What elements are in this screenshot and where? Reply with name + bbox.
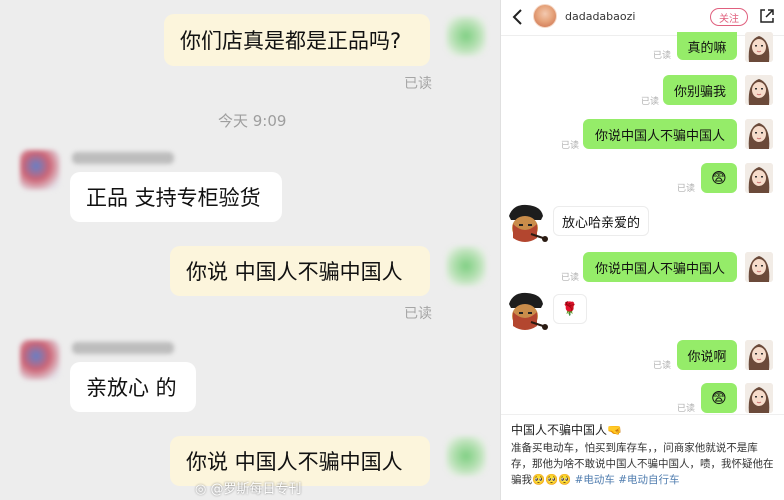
chat-bubble-sent: 你说中国人不骗中国人 (583, 119, 737, 149)
sender-name (72, 342, 174, 354)
sender-name (72, 152, 174, 164)
avatar (745, 383, 773, 413)
chat-bubble-received: 亲放心 的 (70, 362, 196, 412)
message-text: 你说中国人不骗中国人 (594, 261, 725, 277)
read-status: 已读 (677, 184, 696, 194)
read-status: 已读 (561, 141, 580, 151)
message-text: 你说啊 (687, 349, 727, 365)
avatar (745, 252, 773, 282)
avatar (446, 436, 486, 476)
chat-bubble-received: 正品 支持专柜验货 (70, 172, 282, 222)
avatar[interactable] (533, 4, 557, 28)
follow-button[interactable]: 关注 (710, 8, 748, 26)
chat-bubble-sent: 你别骗我 (663, 75, 737, 105)
message-text: 真的嘛 (687, 40, 727, 56)
chat-bubble-sent: 你说啊 (677, 340, 737, 370)
message-text: 放心哈亲爱的 (562, 215, 641, 231)
message-text: 你说 中国人不骗中国人 (186, 450, 403, 474)
post-title: 中国人不骗中国人🤜 (511, 423, 622, 437)
share-icon[interactable] (759, 8, 775, 24)
message-timestamp: 今天 9:09 (218, 112, 287, 130)
message-text: 正品 支持专柜验货 (86, 186, 261, 210)
van-gogh-avatar (503, 202, 553, 248)
avatar (745, 163, 773, 193)
emoji-icon: 😨 (711, 169, 727, 187)
chat-bubble-received: 放心哈亲爱的 (553, 206, 649, 236)
read-status: 已读 (653, 361, 672, 371)
chat-bubble-sent: 你说 中国人不骗中国人 (170, 246, 430, 296)
back-arrow-icon[interactable] (509, 6, 527, 28)
chat-bubble-sent: 😨 (701, 163, 737, 193)
chat-bubble-sent: 你说中国人不骗中国人 (583, 252, 737, 282)
avatar (745, 119, 773, 149)
message-text: 亲放心 的 (86, 376, 177, 400)
read-status: 已读 (404, 76, 432, 92)
read-status: 已读 (404, 306, 432, 322)
message-text: 你们店真是都是正品吗? (180, 29, 402, 53)
avatar (745, 32, 773, 62)
right-chat-panel: dadadabaozi 关注 已读 真的嘛 已读 你别骗我 已读 你说中国人不骗… (500, 0, 784, 500)
watermark: ◎ @罗斯每日专刊 (195, 478, 302, 497)
chat-bubble-sent: 真的嘛 (677, 32, 737, 60)
read-status: 已读 (653, 51, 672, 61)
avatar (20, 340, 60, 380)
chat-bubble-received: 🌹 (553, 294, 587, 324)
message-text: 你说 中国人不骗中国人 (186, 260, 403, 284)
read-status: 已读 (641, 97, 660, 107)
watermark-text: @罗斯每日专刊 (210, 482, 302, 497)
avatar (446, 246, 486, 286)
message-text: 你别骗我 (673, 84, 726, 100)
emoji-icon: 😨 (711, 389, 727, 407)
top-bar: dadadabaozi 关注 (501, 0, 784, 36)
post-caption: 中国人不骗中国人🤜 准备买电动车，怕买到库存车，，问商家他就说不是库存，那他为啥… (501, 414, 784, 500)
hashtag-link[interactable]: #电动车 (575, 474, 615, 486)
hashtag-link[interactable]: #电动自行车 (618, 474, 679, 486)
rose-icon: 🌹 (561, 301, 579, 317)
username[interactable]: dadadabaozi (565, 10, 635, 23)
avatar (446, 16, 486, 56)
read-status: 已读 (561, 273, 580, 283)
chat-bubble-sent: 😨 (701, 383, 737, 413)
avatar (745, 340, 773, 370)
chat-bubble-sent: 你们店真是都是正品吗? (164, 14, 430, 66)
avatar (20, 150, 60, 190)
avatar (745, 75, 773, 105)
post-body: 准备买电动车，怕买到库存车，，问商家他就说不是库存，那他为啥不敢说中国人不骗中国… (511, 440, 775, 488)
message-text: 你说中国人不骗中国人 (594, 128, 725, 144)
weibo-icon: ◎ (195, 482, 207, 497)
van-gogh-avatar (503, 290, 553, 336)
left-chat-panel: 你们店真是都是正品吗? 已读 今天 9:09 正品 支持专柜验货 你说 中国人不… (0, 0, 500, 500)
screenshot-root: 你们店真是都是正品吗? 已读 今天 9:09 正品 支持专柜验货 你说 中国人不… (0, 0, 784, 500)
read-status: 已读 (677, 404, 696, 414)
